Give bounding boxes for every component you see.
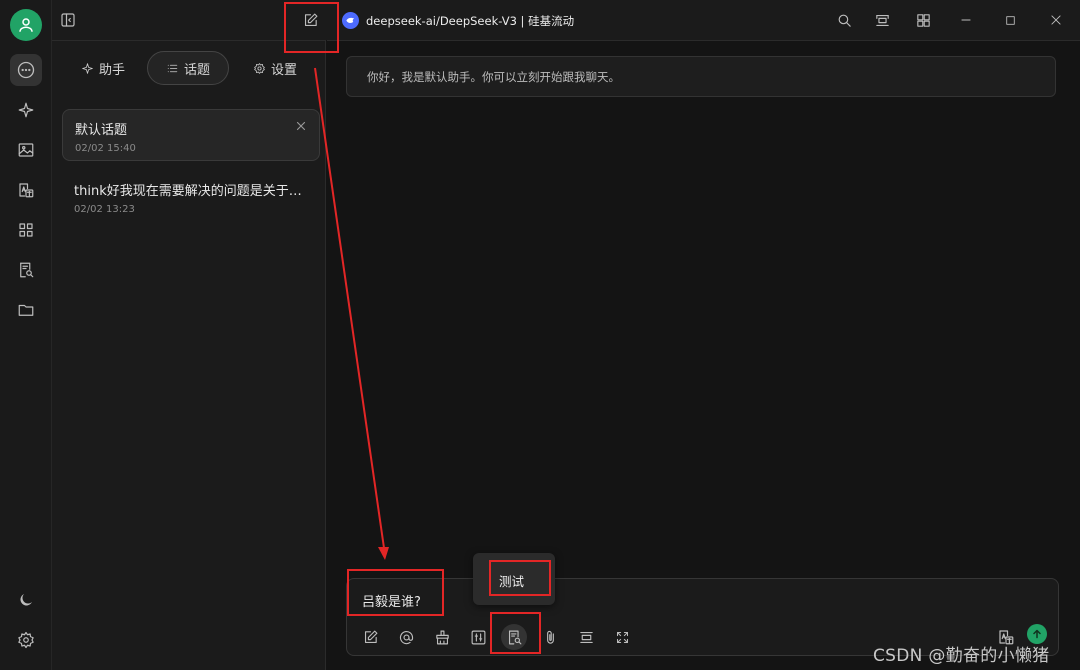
- maximize-button[interactable]: [998, 8, 1022, 32]
- watermark: CSDN @勤奋的小懒猪: [873, 646, 1050, 666]
- edit-icon: [304, 13, 317, 26]
- icon-rail: [0, 0, 52, 670]
- rail-agents-button[interactable]: [10, 94, 42, 126]
- topic-item[interactable]: think好我现在需要解决的问题是关于… 02/02 13:23: [62, 171, 320, 223]
- fullscreen-button[interactable]: [611, 626, 633, 648]
- tab-label: 设置: [270, 62, 297, 78]
- tab-label: 助手: [98, 62, 125, 78]
- list-icon: [167, 64, 178, 72]
- topic-time: 02/02 13:23: [74, 204, 135, 215]
- rail-knowledge-button[interactable]: [10, 254, 42, 286]
- user-icon: [19, 18, 33, 32]
- arrow-up-icon: [1033, 629, 1041, 639]
- gear-icon: [18, 631, 34, 649]
- translate-icon: [19, 183, 34, 198]
- topic-time: 02/02 15:40: [75, 143, 136, 154]
- tab-topics[interactable]: 话题: [147, 51, 229, 85]
- folder-icon: [18, 304, 34, 316]
- tab-assistant[interactable]: 助手: [72, 51, 134, 85]
- search-icon: [838, 14, 851, 27]
- rail-image-button[interactable]: [10, 134, 42, 166]
- minapp-button[interactable]: [911, 8, 935, 32]
- rail-settings-button[interactable]: [10, 624, 42, 656]
- topic-sidebar: 助手 话题 设置 默认话题 02/02 15:40 think好我现在需要解决的…: [52, 40, 326, 670]
- gear-icon: [254, 62, 265, 74]
- sliders-icon: [471, 630, 485, 644]
- rail-theme-button[interactable]: [10, 584, 42, 616]
- layout-button[interactable]: [870, 8, 894, 32]
- sidebar-toggle-icon: [61, 13, 75, 27]
- grid-icon: [19, 223, 33, 237]
- broom-icon: [435, 630, 449, 644]
- rail-files-button[interactable]: [10, 294, 42, 326]
- expand-height-button[interactable]: [575, 626, 597, 648]
- chat-area: 你好，我是默认助手。你可以立刻开始跟我聊天。 吕毅是谁? 测试: [327, 40, 1080, 670]
- attach-file-button[interactable]: [539, 626, 561, 648]
- document-search-icon: [508, 630, 521, 644]
- minimize-icon: [961, 19, 971, 21]
- new-topic-button[interactable]: [298, 8, 322, 32]
- topic-title: think好我现在需要解决的问题是关于…: [74, 184, 302, 199]
- rail-translate-button[interactable]: [10, 174, 42, 206]
- edit-icon: [364, 630, 377, 643]
- minimize-button[interactable]: [954, 8, 978, 32]
- rail-apps-button[interactable]: [10, 214, 42, 246]
- tab-label: 话题: [183, 62, 210, 78]
- topic-item[interactable]: 默认话题 02/02 15:40: [62, 109, 320, 161]
- knowledge-base-tooltip: 测试: [473, 553, 555, 605]
- document-search-icon: [20, 262, 34, 278]
- sidebar-tabs: 助手 话题 设置: [52, 51, 326, 85]
- paperclip-icon: [546, 630, 554, 644]
- new-topic-tool-button[interactable]: [359, 626, 381, 648]
- expand-icon: [616, 631, 628, 643]
- search-button[interactable]: [832, 8, 856, 32]
- message-input[interactable]: 吕毅是谁?: [362, 591, 421, 610]
- title-bar: deepseek-ai/DeepSeek-V3 | 硅基流动: [52, 0, 1080, 40]
- maximize-icon: [1005, 15, 1015, 25]
- sparkle-icon: [82, 62, 93, 74]
- clear-context-button[interactable]: [431, 626, 453, 648]
- settings-sliders-button[interactable]: [467, 626, 489, 648]
- close-icon: [1051, 15, 1061, 25]
- rail-chat-button[interactable]: [10, 54, 42, 86]
- topic-title: 默认话题: [75, 123, 128, 138]
- at-sign-icon: [399, 630, 413, 644]
- deepseek-logo-icon: [342, 12, 359, 29]
- user-avatar[interactable]: [10, 9, 42, 41]
- mention-model-button[interactable]: [395, 626, 417, 648]
- toggle-sidebar-button[interactable]: [56, 8, 80, 32]
- close-window-button[interactable]: [1044, 8, 1068, 32]
- chat-bubble-icon: [17, 61, 35, 79]
- layout-icon: [875, 14, 889, 26]
- align-center-icon: [579, 631, 593, 643]
- knowledge-base-button[interactable]: [501, 624, 527, 650]
- moon-icon: [20, 594, 32, 606]
- welcome-message: 你好，我是默认助手。你可以立刻开始跟我聊天。: [346, 56, 1056, 97]
- model-selector[interactable]: deepseek-ai/DeepSeek-V3 | 硅基流动: [366, 13, 574, 29]
- tab-settings[interactable]: 设置: [242, 51, 308, 85]
- sparkle-icon: [18, 102, 34, 118]
- grid-icon: [916, 13, 930, 27]
- close-icon[interactable]: [295, 120, 307, 132]
- image-icon: [18, 143, 34, 157]
